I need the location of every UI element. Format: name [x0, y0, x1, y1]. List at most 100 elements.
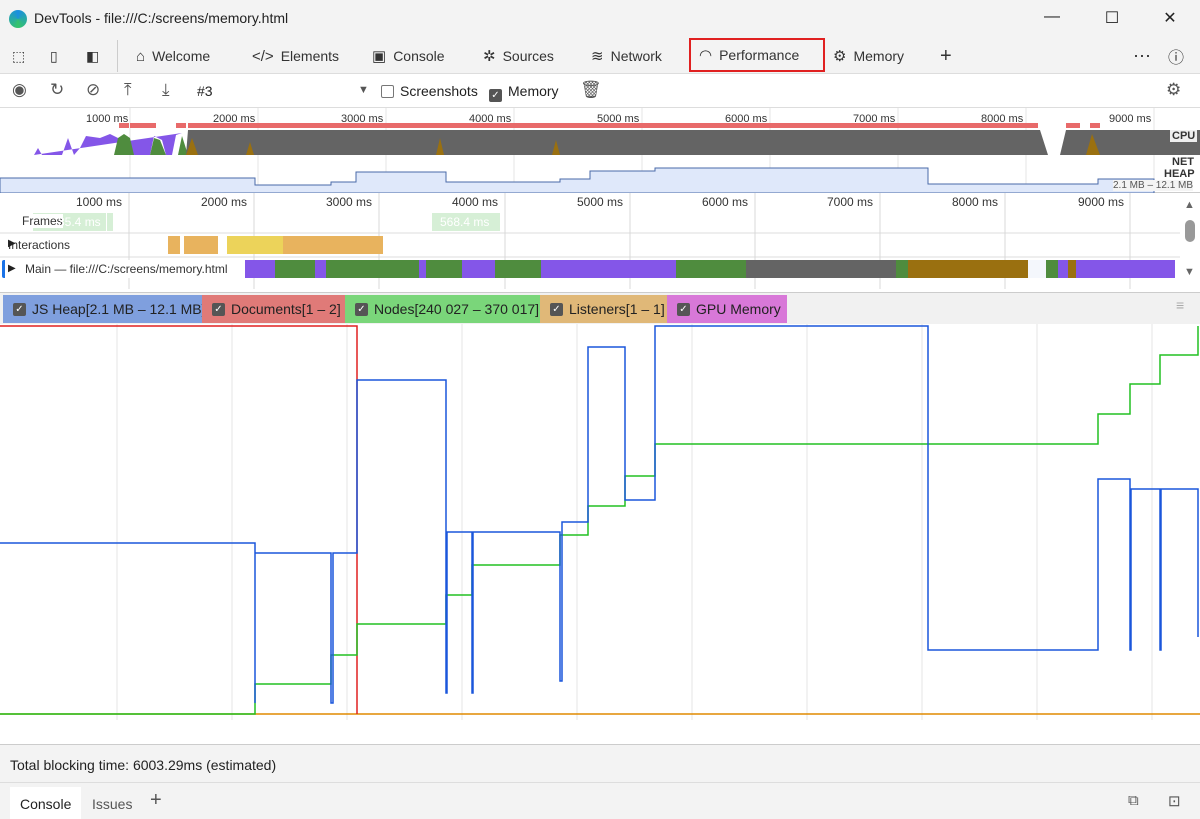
checkbox-icon: ✓: [677, 302, 690, 316]
grid-lines: [116, 324, 1153, 720]
maximize-icon[interactable]: ☐: [1100, 8, 1124, 28]
scroll-up-icon[interactable]: ▲: [1184, 199, 1195, 211]
code-icon: </>: [252, 47, 274, 65]
performance-toolbar: ◉ ↻ ⊘ ⤒ ⤓ #3 ▼ Screenshots ✓ Memory 🗑 ⚙: [0, 74, 1200, 108]
net-label: NET: [1172, 156, 1194, 168]
dropdown-icon[interactable]: ▼: [358, 84, 369, 96]
timeline-tracks[interactable]: 1000 ms 2000 ms 3000 ms 4000 ms 5000 ms …: [0, 193, 1200, 289]
tab-memory[interactable]: ⚙ Memory: [833, 38, 904, 74]
console-icon: ▣: [372, 48, 387, 65]
download-icon[interactable]: ⤓: [162, 80, 170, 100]
tab-label: Performance: [719, 47, 800, 63]
main-track-label[interactable]: Main — file:///C:/screens/memory.html: [2, 260, 232, 278]
checkbox-label: Screenshots: [400, 83, 478, 99]
wifi-icon: ≋: [591, 48, 604, 65]
checkbox-label: Memory: [508, 83, 559, 99]
add-tab-icon[interactable]: +: [940, 38, 952, 74]
checkbox-icon: ✓: [489, 89, 502, 102]
total-blocking-time: Total blocking time: 6003.29ms (estimate…: [10, 757, 277, 773]
checkbox-icon: ✓: [550, 302, 563, 316]
window-title: DevTools - file:///C:/screens/memory.htm…: [34, 10, 289, 26]
chip-icon: ⚙: [833, 48, 847, 65]
overview-tick: 9000 ms: [1109, 113, 1152, 125]
device-toolbar-icon[interactable]: ▯: [50, 38, 58, 74]
settings-gear-icon[interactable]: ⚙: [1166, 80, 1181, 100]
inspect-icon[interactable]: ⬚: [12, 38, 25, 74]
devtools-tab-bar: ⬚ ▯ ◧ ⌂ Welcome </> Elements ▣ Console ✲ Sou…: [0, 38, 1200, 74]
upload-icon[interactable]: ⤒: [124, 80, 132, 100]
screenshots-checkbox[interactable]: Screenshots: [381, 83, 478, 99]
collapse-drawer-icon[interactable]: ⊡: [1168, 792, 1181, 810]
counter-label: GPU Memory: [696, 301, 781, 317]
add-drawer-tab-icon[interactable]: +: [150, 789, 162, 812]
reload-record-icon[interactable]: ↻: [50, 80, 64, 100]
checkbox-icon: ✓: [212, 302, 225, 316]
tab-performance[interactable]: ◠ Performance: [689, 38, 825, 72]
counter-gpu-memory[interactable]: ✓ GPU Memory: [667, 295, 787, 323]
home-icon: ⌂: [136, 47, 146, 65]
dock-icon[interactable]: ◧: [86, 38, 99, 74]
more-options-icon[interactable]: ⋯: [1133, 38, 1151, 74]
timeline-overview[interactable]: 1000 ms 2000 ms 3000 ms 4000 ms 5000 ms …: [0, 108, 1200, 193]
checkbox-icon: ✓: [355, 302, 368, 316]
close-icon[interactable]: ✕: [1158, 8, 1182, 28]
tab-label: Memory: [853, 48, 905, 64]
cpu-label: CPU: [1170, 130, 1198, 142]
tab-welcome[interactable]: ⌂ Welcome: [136, 38, 210, 74]
time-tick: 8000 ms: [952, 195, 999, 209]
drawer-tab-console[interactable]: Console: [10, 787, 82, 819]
minimize-icon[interactable]: —: [1040, 8, 1064, 26]
nodes-line: [0, 326, 1199, 715]
memory-checkbox[interactable]: ✓ Memory: [489, 83, 559, 102]
frame-duration: 568.4 ms: [440, 215, 490, 229]
scroll-down-icon[interactable]: ▼: [1184, 266, 1195, 278]
counter-label: Listeners[1 – 1]: [569, 301, 665, 317]
counter-js-heap[interactable]: ✓ JS Heap[2.1 MB – 12.1 MB]: [3, 295, 212, 323]
recording-select[interactable]: #3: [197, 83, 213, 99]
time-tick: 6000 ms: [702, 195, 749, 209]
heap-range: 2.1 MB – 12.1 MB: [1113, 180, 1194, 191]
checkbox-icon: ✓: [13, 302, 26, 316]
time-tick: 1000 ms: [76, 195, 123, 209]
counter-listeners[interactable]: ✓ Listeners[1 – 1]: [540, 295, 671, 323]
title-bar: DevTools - file:///C:/screens/memory.htm…: [0, 0, 1200, 38]
time-tick: 9000 ms: [1078, 195, 1125, 209]
overview-tick: 7000 ms: [853, 113, 896, 125]
counter-label: Documents[1 – 2]: [231, 301, 341, 317]
help-icon[interactable]: ⓘ: [1168, 38, 1184, 74]
counter-nodes[interactable]: ✓ Nodes[240 027 – 370 017]: [345, 295, 546, 323]
overview-tick: 6000 ms: [725, 113, 768, 125]
trash-icon[interactable]: 🗑: [580, 80, 602, 100]
counter-documents[interactable]: ✓ Documents[1 – 2]: [202, 295, 347, 323]
clear-icon[interactable]: ⊘: [86, 80, 100, 100]
memory-counters-graph[interactable]: [0, 324, 1200, 744]
overview-tick: 8000 ms: [981, 113, 1024, 125]
counter-label: JS Heap[2.1 MB – 12.1 MB]: [32, 301, 206, 317]
time-tick: 2000 ms: [201, 195, 248, 209]
expand-triangle-icon[interactable]: ▶: [8, 263, 16, 274]
tab-network[interactable]: ≋ Network: [591, 38, 662, 74]
scrollbar-thumb[interactable]: [1185, 220, 1195, 242]
tab-label: Console: [393, 48, 445, 64]
time-tick: 3000 ms: [326, 195, 373, 209]
overview-tick: 1000 ms: [86, 113, 129, 125]
interactions-track-label[interactable]: Interactions: [8, 238, 70, 252]
overview-tick: 3000 ms: [341, 113, 384, 125]
overview-tick: 5000 ms: [597, 113, 640, 125]
resize-handle-icon[interactable]: ≡: [1176, 297, 1184, 313]
counters-svg: [0, 324, 1200, 720]
tab-label: Welcome: [152, 48, 211, 64]
tab-elements[interactable]: </> Elements: [252, 38, 339, 74]
frames-track-label[interactable]: Frames: [22, 214, 63, 228]
tab-console[interactable]: ▣ Console: [372, 38, 445, 74]
overview-tick: 4000 ms: [469, 113, 512, 125]
time-tick: 7000 ms: [827, 195, 874, 209]
undock-drawer-icon[interactable]: ⧉: [1128, 792, 1139, 809]
tab-label: Network: [610, 48, 662, 64]
expand-triangle-icon[interactable]: ▶: [8, 238, 16, 249]
frame-duration: 35.4 ms: [58, 215, 101, 229]
record-icon[interactable]: ◉: [12, 80, 27, 100]
tab-sources[interactable]: ✲ Sources: [483, 38, 554, 74]
drawer-tab-issues[interactable]: Issues: [92, 796, 132, 812]
counters-legend: ✓ JS Heap[2.1 MB – 12.1 MB] ✓ Documents[1 …: [0, 292, 1200, 324]
